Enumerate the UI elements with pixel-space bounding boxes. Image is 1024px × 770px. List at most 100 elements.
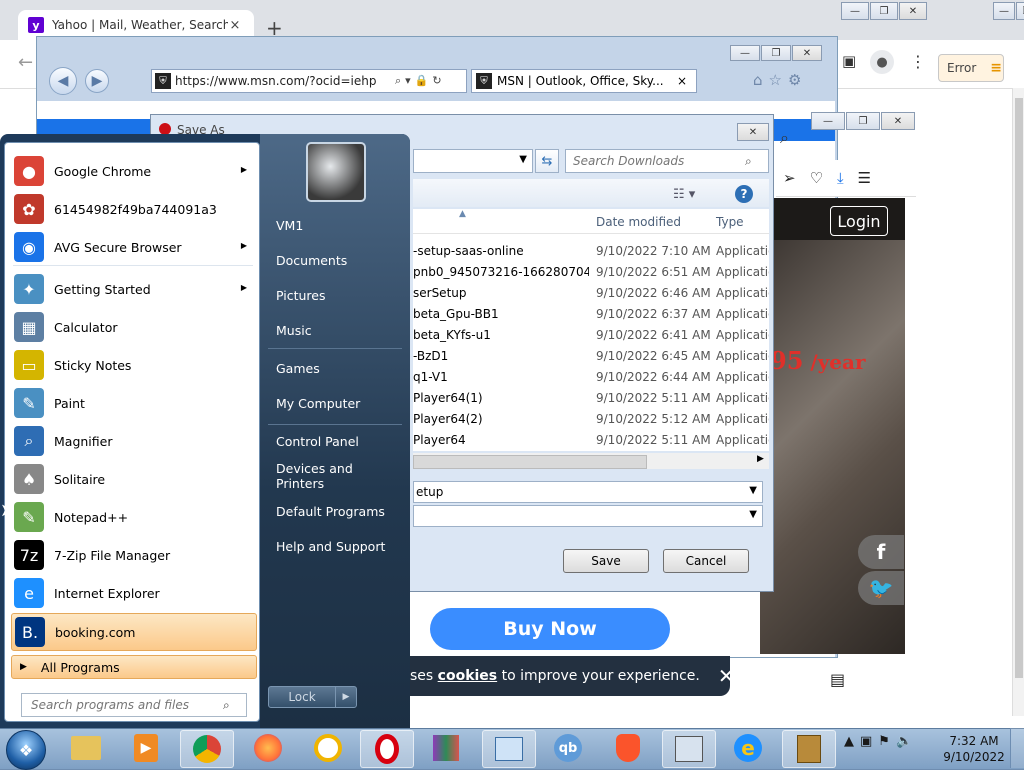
file-row[interactable]: pnb0_945073216-1662807046__... 9/10/2022 … xyxy=(413,262,769,283)
file-row[interactable]: q1-V1 9/10/2022 6:44 AM Applicatio xyxy=(413,367,769,388)
search-input[interactable] xyxy=(571,153,745,169)
minimize-icon[interactable]: — xyxy=(811,112,845,130)
file-row[interactable]: beta_Gpu-BB1 9/10/2022 6:37 AM Applicatio xyxy=(413,304,769,325)
ie-forward-icon[interactable]: ▶ xyxy=(85,69,109,93)
show-desktop-button[interactable] xyxy=(1010,728,1024,768)
facebook-icon[interactable]: f xyxy=(858,535,904,569)
address-bar-icons[interactable]: ⌕▾🔒↻ xyxy=(395,74,446,88)
program-item[interactable]: ▭ Sticky Notes xyxy=(11,347,255,383)
twitter-icon[interactable]: 🐦 xyxy=(858,571,904,605)
notes-icon[interactable]: ▤ xyxy=(830,670,845,689)
ie-tab-msn[interactable]: ⛨ MSN | Outlook, Office, Sky... × xyxy=(471,69,697,93)
taskbar-explorer[interactable] xyxy=(60,730,112,766)
file-row[interactable]: Player64 9/10/2022 5:11 AM Applicatio xyxy=(413,430,769,451)
refresh-icon[interactable]: ⇆ xyxy=(535,149,559,173)
close-icon[interactable]: ✕ xyxy=(899,2,927,20)
start-place-item[interactable]: Pictures xyxy=(268,282,402,308)
login-button[interactable]: Login xyxy=(830,206,888,236)
close-tab-icon[interactable]: × xyxy=(228,18,242,33)
program-item[interactable]: 7z 7-Zip File Manager xyxy=(11,537,255,573)
start-place-item[interactable]: My Computer xyxy=(268,390,402,416)
settings-sliders-icon[interactable]: ☰ xyxy=(858,169,871,187)
start-place-item[interactable]: Devices and Printers xyxy=(268,461,402,491)
program-item[interactable]: ✿ 61454982f49ba744091a3 xyxy=(11,191,255,227)
start-search-input[interactable] xyxy=(29,697,223,713)
taskbar-opera[interactable] xyxy=(360,730,414,768)
maximize-icon[interactable]: ❐ xyxy=(846,112,880,130)
clock[interactable]: 7:32 AM 9/10/2022 xyxy=(940,733,1008,765)
volume-icon[interactable]: 🔈 xyxy=(896,734,918,749)
start-place-item[interactable]: Games xyxy=(268,355,402,381)
program-item[interactable]: ⌕ Magnifier xyxy=(11,423,255,459)
minimize-icon[interactable]: — xyxy=(730,45,760,61)
file-row[interactable]: serSetup 9/10/2022 6:46 AM Applicatio xyxy=(413,283,769,304)
system-tray[interactable]: ▲▣⚑🔈 xyxy=(844,734,918,749)
lock-button[interactable]: Lock xyxy=(268,686,336,708)
program-item[interactable]: ▦ Calculator xyxy=(11,309,255,345)
ie-back-icon[interactable]: ◀ xyxy=(49,67,77,95)
taskbar-qbittorrent[interactable]: qb xyxy=(542,730,594,766)
scroll-right-icon[interactable]: ▶ xyxy=(757,454,764,464)
taskbar-network-app[interactable] xyxy=(662,730,716,768)
program-item[interactable]: ✎ Notepad++ xyxy=(11,499,255,535)
start-place-item[interactable]: Music xyxy=(268,317,402,343)
back-icon[interactable]: ← xyxy=(18,52,33,73)
send-icon[interactable]: ➢ xyxy=(783,169,796,187)
help-icon[interactable]: ? xyxy=(735,185,753,203)
taskbar-chrome[interactable] xyxy=(180,730,234,768)
program-item[interactable]: ● Google Chrome ▶ xyxy=(11,153,255,189)
taskbar-firefox[interactable] xyxy=(242,730,294,766)
taskbar-control-panel[interactable] xyxy=(482,730,536,768)
close-icon[interactable]: ✕ xyxy=(737,123,769,141)
folder-path-dropdown[interactable]: ▼ xyxy=(413,149,533,173)
minimize-icon[interactable]: — xyxy=(841,2,869,20)
start-button[interactable]: ❖ xyxy=(6,730,46,770)
side-panel-icon[interactable]: ▣ xyxy=(842,52,856,70)
save-button[interactable]: Save xyxy=(563,549,649,573)
file-row[interactable]: beta_KYfs-u1 9/10/2022 6:41 AM Applicatio xyxy=(413,325,769,346)
program-item[interactable]: e Internet Explorer xyxy=(11,575,255,611)
maximize-icon[interactable]: ❐ xyxy=(870,2,898,20)
start-place-item[interactable]: VM1 xyxy=(268,212,402,238)
shutdown-options-icon[interactable]: ▶ xyxy=(335,686,357,708)
cookies-link[interactable]: cookies xyxy=(438,668,497,684)
program-item[interactable]: ✎ Paint xyxy=(11,385,255,421)
taskbar-internet-explorer[interactable]: e xyxy=(722,730,774,766)
close-icon[interactable]: ✕ xyxy=(792,45,822,61)
show-hidden-icons-icon[interactable]: ▲ xyxy=(844,734,860,749)
cookie-close-icon[interactable]: ✕ xyxy=(718,664,735,688)
scrollbar-thumb[interactable] xyxy=(1015,98,1023,678)
program-item[interactable]: B. booking.com xyxy=(11,613,257,651)
start-place-item[interactable]: Control Panel xyxy=(268,428,402,454)
taskbar-winrar[interactable] xyxy=(420,730,472,766)
view-options-icon[interactable]: ☷ ▾ xyxy=(673,187,695,202)
error-button[interactable]: Error ≡ xyxy=(938,54,1004,82)
ie-home-favorites-settings-icons[interactable]: ⌂☆⚙ xyxy=(753,71,807,89)
minimize-icon[interactable]: — xyxy=(993,2,1015,20)
program-item[interactable]: ♠ Solitaire xyxy=(11,461,255,497)
program-item[interactable]: ✦ Getting Started ▶ xyxy=(11,271,255,307)
column-date-modified[interactable]: Date modified xyxy=(596,215,681,229)
download-icon[interactable]: ⤓ xyxy=(837,169,844,187)
close-icon[interactable]: ✕ xyxy=(881,112,915,130)
close-tab-icon[interactable]: × xyxy=(677,74,687,88)
heart-icon[interactable]: ♡ xyxy=(810,169,823,187)
file-name-field[interactable]: etup ▼ xyxy=(413,481,763,503)
taskbar-media-player[interactable]: ▶ xyxy=(120,730,172,766)
file-row[interactable]: -BzD1 9/10/2022 6:45 AM Applicatio xyxy=(413,346,769,367)
start-place-item[interactable]: Documents xyxy=(268,247,402,273)
file-row[interactable]: Player64(1) 9/10/2022 5:11 AM Applicatio xyxy=(413,388,769,409)
horizontal-scrollbar[interactable]: ▶ xyxy=(413,453,769,469)
kebab-menu-icon[interactable]: ⋮ xyxy=(910,52,926,71)
buy-now-button[interactable]: Buy Now xyxy=(430,608,670,650)
column-type[interactable]: Type xyxy=(716,215,744,229)
file-row[interactable]: -setup-saas-online 9/10/2022 7:10 AM Appli… xyxy=(413,241,769,262)
ie-address-bar[interactable]: ⛨ https://www.msn.com/?ocid=iehp ⌕▾🔒↻ xyxy=(151,69,467,93)
file-row[interactable]: Player64(2) 9/10/2022 5:12 AM Applicatio xyxy=(413,409,769,430)
save-as-type-dropdown[interactable]: ▼ xyxy=(413,505,763,527)
scrollbar-thumb[interactable] xyxy=(413,455,647,469)
maximize-icon[interactable]: ❐ xyxy=(761,45,791,61)
network-icon[interactable]: ▣ xyxy=(860,734,878,749)
start-place-item[interactable]: Default Programs xyxy=(268,498,402,524)
search-downloads-field[interactable]: ⌕ xyxy=(565,149,769,173)
